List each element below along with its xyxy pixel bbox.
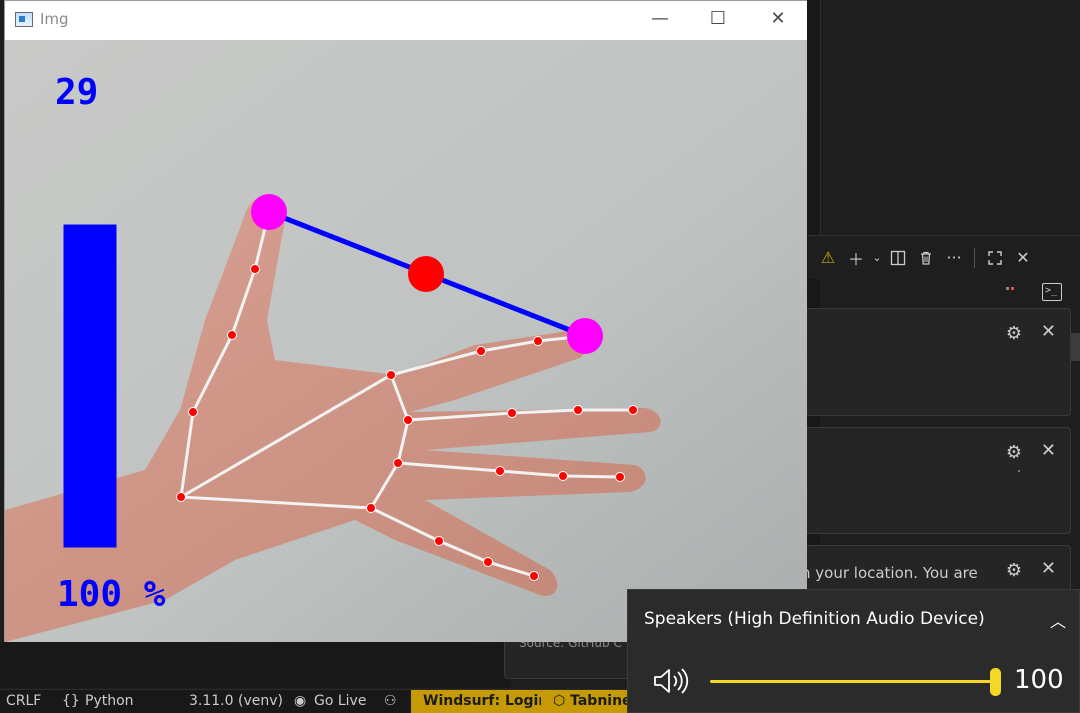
img-window: Img — ☐ ✕ 29 100 %: [4, 0, 807, 642]
copilot-icon[interactable]: ⚇: [384, 693, 397, 709]
language-mode-button[interactable]: Python: [85, 693, 134, 709]
kill-terminal-button[interactable]: [912, 244, 940, 272]
split-icon: [890, 250, 906, 265]
terminal-tabs-row: >_: [1000, 281, 1080, 305]
window-titlebar[interactable]: Img — ☐ ✕: [5, 1, 807, 40]
terminal-icon[interactable]: >_: [1042, 283, 1062, 301]
close-icon[interactable]: ✕: [1041, 440, 1056, 461]
maximize-icon: [988, 250, 1002, 265]
braces-icon: {}: [62, 693, 80, 709]
tabnine-label: Tabnine:: [570, 693, 631, 709]
more-actions-button[interactable]: ···: [940, 244, 968, 272]
window-title: Img: [40, 10, 69, 28]
split-terminal-button[interactable]: [884, 244, 912, 272]
gear-icon[interactable]: ⚙: [1006, 323, 1022, 344]
speaker-icon[interactable]: [652, 666, 692, 696]
go-live-button[interactable]: Go Live: [314, 693, 366, 709]
notification-2: ⚙ ✕ :: [800, 427, 1071, 534]
trash-icon: [921, 251, 931, 265]
index-tip-marker: [567, 318, 603, 354]
notification-1: ⚙ ✕: [800, 308, 1071, 416]
gear-icon[interactable]: ⚙: [1006, 560, 1022, 581]
volume-bar-fill: [65, 226, 115, 546]
volume-percent-label: 100 %: [57, 574, 166, 615]
windsurf-login-button[interactable]: Windsurf: Login: [411, 690, 548, 713]
volume-slider-track[interactable]: [710, 680, 994, 683]
new-terminal-button[interactable]: ＋: [842, 244, 870, 272]
scrollbar-thumb[interactable]: [1071, 333, 1080, 361]
close-button[interactable]: ✕: [755, 8, 801, 29]
app-icon: [15, 12, 33, 27]
volume-flyout: Speakers (High Definition Audio Device) …: [627, 589, 1080, 713]
desktop: ⚠ ＋ ⌄ ··· ✕ >_ ⚙ ✕ ⚙ ✕ : n your location…: [0, 0, 1080, 713]
separator-dot: [1018, 470, 1020, 472]
broadcast-icon: ◉: [294, 693, 307, 709]
maximize-button[interactable]: ☐: [695, 8, 741, 29]
panel-toolbar: ⚠ ＋ ⌄ ··· ✕: [808, 235, 1080, 279]
fps-counter: 29: [55, 72, 98, 113]
gear-icon[interactable]: ⚙: [1006, 442, 1022, 463]
vscode-lower-area: [0, 642, 510, 688]
volume-slider-thumb[interactable]: [990, 668, 1001, 696]
status-dots: [1006, 287, 1016, 291]
thumb-tip-marker: [251, 194, 287, 230]
camera-feed: 29 100 %: [5, 40, 807, 642]
vscode-editor-area: [820, 0, 1080, 235]
minimize-button[interactable]: —: [637, 8, 683, 29]
chevron-up-icon[interactable]: ︿: [1050, 608, 1066, 632]
line-ending-button[interactable]: CRLF: [6, 693, 41, 709]
chevron-down-icon[interactable]: ⌄: [870, 244, 884, 272]
midpoint-marker: [408, 256, 444, 292]
maximize-panel-button[interactable]: [981, 244, 1009, 272]
tabnine-button[interactable]: ⬡ Tabnine:: [541, 690, 631, 713]
volume-level: 100: [1014, 665, 1064, 695]
close-icon[interactable]: ✕: [1041, 558, 1056, 579]
close-panel-button[interactable]: ✕: [1009, 244, 1037, 272]
audio-device-name[interactable]: Speakers (High Definition Audio Device): [644, 609, 985, 629]
warning-icon[interactable]: ⚠: [814, 244, 842, 272]
close-icon[interactable]: ✕: [1041, 321, 1056, 342]
interpreter-button[interactable]: 3.11.0 (venv): [189, 693, 283, 709]
toolbar-separator: [974, 247, 975, 268]
tabnine-icon: ⬡: [553, 693, 571, 709]
notification-text: n your location. You are: [801, 564, 978, 582]
